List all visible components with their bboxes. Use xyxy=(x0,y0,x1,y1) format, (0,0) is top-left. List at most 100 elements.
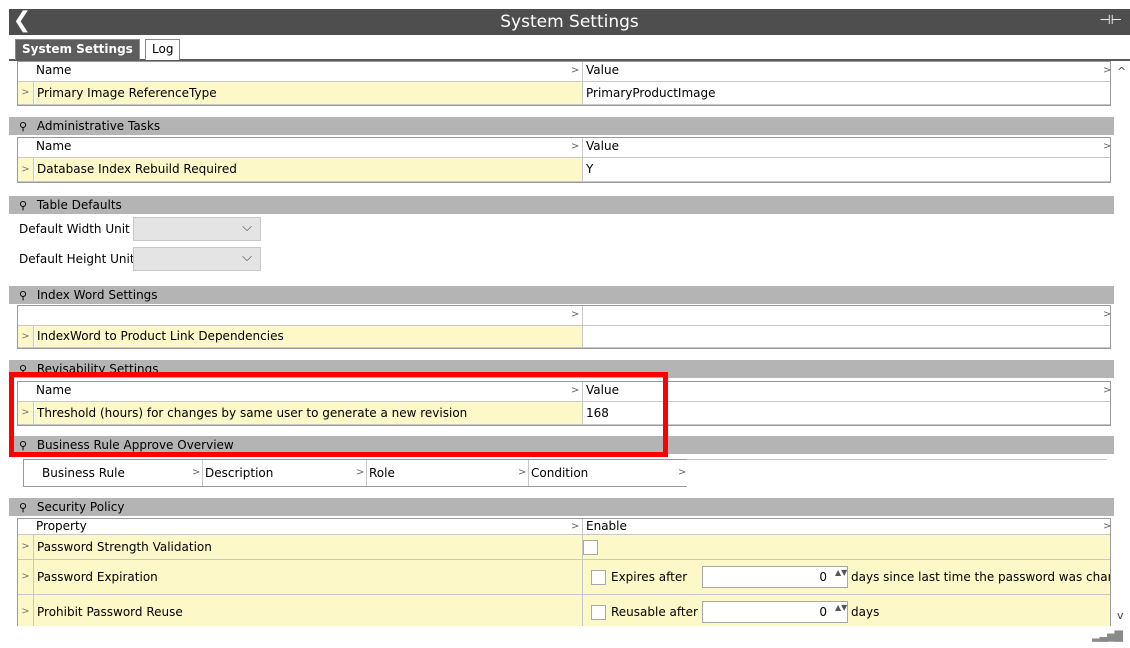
row-expand-icon[interactable]: > xyxy=(18,158,34,181)
expiration-days-input[interactable]: 0 ▲▼ xyxy=(702,566,848,588)
column-sort-icon[interactable]: > xyxy=(571,519,579,534)
section-title: Administrative Tasks xyxy=(36,119,161,133)
section-header-security-policy[interactable]: ⚲ Security Policy xyxy=(9,498,1114,516)
default-width-unit-select[interactable]: ⌵ xyxy=(133,217,261,241)
default-height-unit-label: Default Height Unit xyxy=(19,252,135,266)
grid-header-row: Name > Value > xyxy=(18,62,1111,82)
column-sort-icon[interactable]: > xyxy=(678,460,686,486)
column-header-name[interactable]: Name xyxy=(36,138,576,157)
scroll-down-icon[interactable]: v xyxy=(1117,609,1124,622)
section-header-table-defaults[interactable]: ⚲ Table Defaults xyxy=(9,196,1114,214)
column-sort-icon[interactable]: > xyxy=(571,306,579,323)
tab-strip: System Settings Log xyxy=(9,35,1130,61)
tab-system-settings[interactable]: System Settings xyxy=(15,39,140,60)
column-sort-icon[interactable]: > xyxy=(571,138,579,155)
input-value: 0 xyxy=(819,570,827,584)
section-title: Revisability Settings xyxy=(36,362,159,376)
policy-enable-cell: Expires after 0 ▲▼ days since last time … xyxy=(582,560,1110,594)
setting-name: Threshold (hours) for changes by same us… xyxy=(35,402,582,424)
signal-strength-icon: ▂▃▅▇ xyxy=(1092,629,1123,642)
column-sort-icon[interactable]: > xyxy=(1103,138,1111,155)
grid-row[interactable]: > Password Strength Validation xyxy=(18,535,1110,560)
scroll-up-icon[interactable]: ^ xyxy=(1117,65,1126,78)
section-header-index-word-settings[interactable]: ⚲ Index Word Settings xyxy=(9,286,1114,304)
grid-row[interactable]: > Password Expiration Expires after 0 ▲▼… xyxy=(18,560,1110,595)
grid-row[interactable]: > Threshold (hours) for changes by same … xyxy=(18,402,1110,425)
setting-value[interactable]: 168 xyxy=(582,402,1110,424)
section-header-revisability-settings[interactable]: ⚲ Revisability Settings xyxy=(9,360,1114,378)
setting-name: IndexWord to Product Link Dependencies xyxy=(35,326,582,347)
chevron-down-icon[interactable]: ⌵ xyxy=(242,250,252,265)
section-header-business-rule-approve-overview[interactable]: ⚲ Business Rule Approve Overview xyxy=(9,436,1114,454)
column-sort-icon[interactable]: > xyxy=(518,460,526,486)
row-expand-icon[interactable]: > xyxy=(18,560,34,594)
column-header-property[interactable]: Property xyxy=(36,519,576,534)
spin-icon[interactable]: ▲▼ xyxy=(835,603,847,613)
column-sort-icon[interactable]: > xyxy=(1103,306,1111,323)
setting-value[interactable]: Y xyxy=(582,158,1110,181)
administrative-tasks-grid: Name > Value > > Database Index Rebuild … xyxy=(17,137,1111,183)
column-header-name[interactable]: Name xyxy=(36,62,576,81)
column-header-enable[interactable]: Enable xyxy=(582,519,1082,534)
grid-row[interactable]: > Database Index Rebuild Required Y xyxy=(18,158,1110,182)
row-expand-icon[interactable]: > xyxy=(18,326,34,347)
row-expand-icon[interactable]: > xyxy=(18,595,34,626)
pin-icon[interactable]: ⚲ xyxy=(19,437,33,455)
input-value: 0 xyxy=(819,605,827,619)
grid-header-row: Name > Value > xyxy=(18,138,1111,158)
vertical-scrollbar[interactable]: ^ v xyxy=(1114,61,1130,626)
pin-icon[interactable]: ⚲ xyxy=(19,287,33,305)
expires-after-checkbox[interactable] xyxy=(591,570,606,585)
column-sort-icon[interactable]: > xyxy=(1103,382,1111,399)
section-title: Table Defaults xyxy=(36,198,122,212)
column-header-condition[interactable]: Condition xyxy=(528,460,678,486)
grid-row[interactable]: > Primary Image ReferenceType PrimaryPro… xyxy=(18,82,1110,105)
column-sort-icon[interactable]: > xyxy=(356,460,364,486)
pin-icon[interactable]: ⊣⊢ xyxy=(1099,13,1122,28)
column-header-role[interactable]: Role xyxy=(366,460,516,486)
expiration-suffix: days since last time the password was ch… xyxy=(851,570,1110,584)
chevron-down-icon[interactable]: ⌵ xyxy=(242,220,252,235)
column-header-value[interactable] xyxy=(582,306,1082,325)
policy-name: Password Strength Validation xyxy=(37,540,212,554)
column-header-value[interactable]: Value xyxy=(582,382,1082,401)
setting-value[interactable]: PrimaryProductImage xyxy=(582,82,1110,104)
setting-name: Primary Image ReferenceType xyxy=(35,82,582,104)
grid-row[interactable]: > IndexWord to Product Link Dependencies xyxy=(18,326,1110,348)
row-expand-icon[interactable]: > xyxy=(18,402,34,424)
settings-panel: Name > Value > > Primary Image Reference… xyxy=(9,61,1114,626)
title-bar: ❮ System Settings ⊣⊢ xyxy=(9,9,1130,35)
setting-value[interactable] xyxy=(582,326,1110,347)
spin-icon[interactable]: ▲▼ xyxy=(835,568,847,578)
section-header-administrative-tasks[interactable]: ⚲ Administrative Tasks xyxy=(9,117,1114,135)
default-height-unit-select[interactable]: ⌵ xyxy=(133,247,261,271)
reuse-days-input[interactable]: 0 ▲▼ xyxy=(702,601,848,623)
pin-icon[interactable]: ⚲ xyxy=(19,499,33,517)
business-rule-grid: Business Rule > Description > Role > Con… xyxy=(23,459,687,487)
tab-log[interactable]: Log xyxy=(145,39,181,60)
reuse-suffix: days xyxy=(851,605,880,619)
column-header-name[interactable]: Name xyxy=(36,382,576,401)
reusable-after-checkbox[interactable] xyxy=(591,605,606,620)
column-sort-icon[interactable]: > xyxy=(571,62,579,79)
column-header-business-rule[interactable]: Business Rule xyxy=(42,460,182,486)
pin-icon[interactable]: ⚲ xyxy=(19,197,33,215)
column-header-description[interactable]: Description xyxy=(202,460,352,486)
row-expand-icon[interactable]: > xyxy=(18,82,34,104)
index-word-grid: > > > IndexWord to Product Link Dependen… xyxy=(17,305,1111,349)
grid-row[interactable]: > Prohibit Password Reuse Reusable after… xyxy=(18,595,1110,626)
column-header-value[interactable]: Value xyxy=(582,62,1082,81)
revisability-grid: Name > Value > > Threshold (hours) for c… xyxy=(17,381,1111,426)
column-header-value[interactable]: Value xyxy=(582,138,1082,157)
column-sort-icon[interactable]: > xyxy=(1103,519,1111,534)
security-policy-grid: Property > Enable > > Password Strength … xyxy=(17,518,1111,626)
password-strength-checkbox[interactable] xyxy=(583,540,598,555)
section-title: Index Word Settings xyxy=(36,288,158,302)
row-expand-icon[interactable]: > xyxy=(18,535,34,559)
column-sort-icon[interactable]: > xyxy=(571,382,579,399)
column-sort-icon[interactable]: > xyxy=(1103,62,1111,79)
policy-name: Password Expiration xyxy=(37,570,158,584)
pin-icon[interactable]: ⚲ xyxy=(19,361,33,379)
pin-icon[interactable]: ⚲ xyxy=(19,118,33,136)
column-sort-icon[interactable]: > xyxy=(192,460,200,486)
